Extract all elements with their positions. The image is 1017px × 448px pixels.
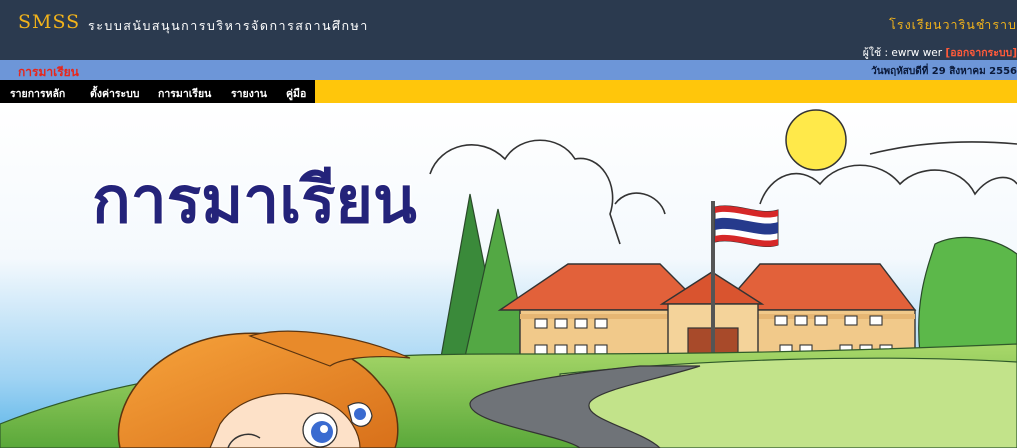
logout-link[interactable]: [ออกจากระบบ] <box>945 47 1017 59</box>
menu-item-main[interactable]: รายการหลัก <box>10 85 65 102</box>
page-subbar: การมาเรียน วันพฤหัสบดีที่ 29 สิงหาคม 255… <box>0 60 1017 80</box>
menu-item-reports[interactable]: รายงาน <box>231 85 267 102</box>
banner-title: การมาเรียน <box>92 164 417 238</box>
menu-items-area: รายการหลัก ตั้งค่าระบบ การมาเรียน รายงาน… <box>0 80 315 103</box>
user-prefix: ผู้ใช้ : <box>862 47 892 59</box>
main-menu: รายการหลัก ตั้งค่าระบบ การมาเรียน รายงาน… <box>0 80 1017 103</box>
user-name: ewrw wer <box>891 47 943 59</box>
app-logo: SMSS <box>18 11 81 33</box>
current-date: วันพฤหัสบดีที่ 29 สิงหาคม 2556 <box>871 66 1017 77</box>
menu-item-attendance[interactable]: การมาเรียน <box>158 85 211 102</box>
sun <box>785 109 847 171</box>
user-info: ผู้ใช้ : ewrw wer [ออกจากระบบ] <box>863 44 1017 61</box>
menu-item-manual[interactable]: คู่มือ <box>286 85 306 102</box>
header-bar: SMSS ระบบสนับสนุนการบริหารจัดการสถานศึกษ… <box>0 0 1017 60</box>
banner-image: การมาเรียน <box>0 104 1017 448</box>
app-title: ระบบสนับสนุนการบริหารจัดการสถานศึกษา <box>88 18 369 33</box>
school-name: โรงเรียนวารินชำราบ <box>889 17 1017 32</box>
menu-item-settings[interactable]: ตั้งค่าระบบ <box>90 85 139 102</box>
